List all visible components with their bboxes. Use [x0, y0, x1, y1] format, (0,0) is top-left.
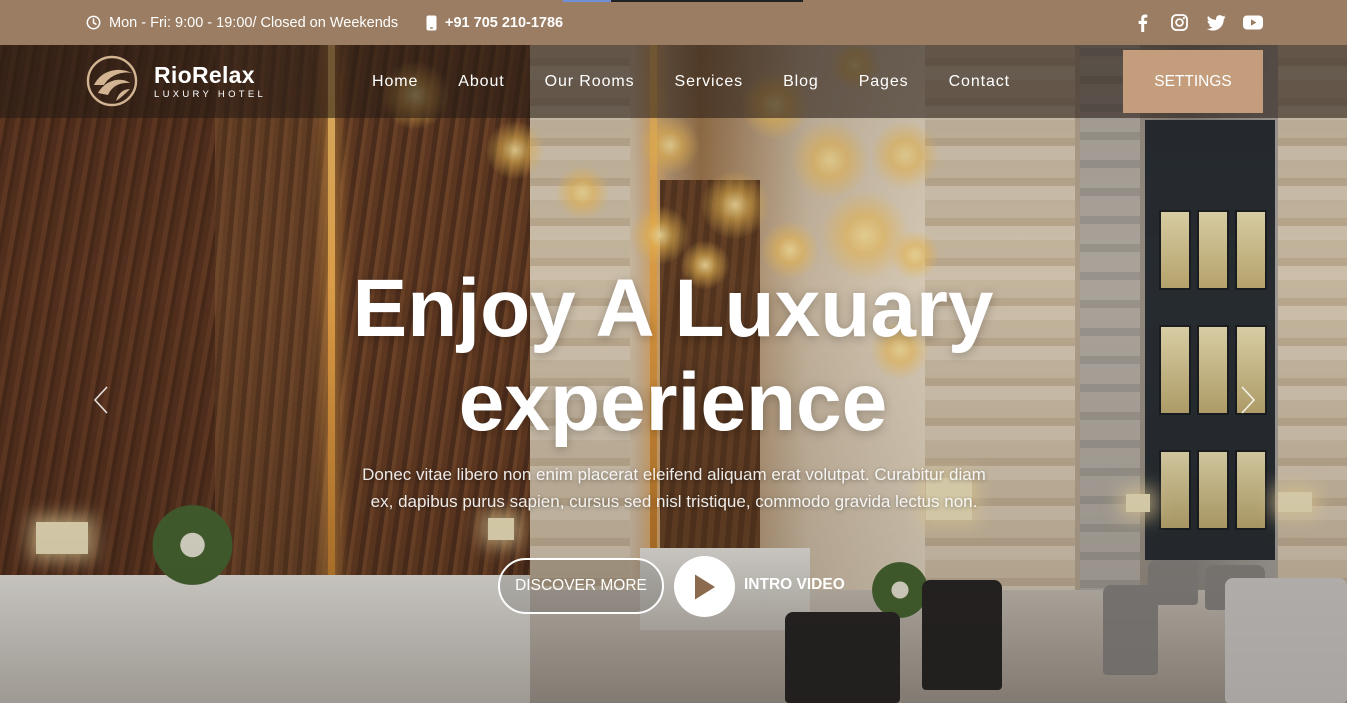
- youtube-icon[interactable]: [1243, 13, 1263, 33]
- discover-more-button[interactable]: DISCOVER MORE: [498, 558, 664, 614]
- intro-video-label[interactable]: INTRO VIDEO: [744, 576, 845, 594]
- opening-hours: Mon - Fri: 9:00 - 19:00/ Closed on Weeke…: [86, 0, 398, 45]
- hero-description: Donec vitae libero non enim placerat ele…: [362, 465, 986, 511]
- nav-home[interactable]: Home: [372, 73, 418, 91]
- clock-icon: [86, 15, 101, 30]
- settings-button[interactable]: SETTINGS: [1123, 50, 1263, 113]
- primary-nav: Home About Our Rooms Services Blog Pages…: [372, 45, 1050, 118]
- slider-next-button[interactable]: [1233, 382, 1263, 418]
- social-links: [1132, 0, 1263, 45]
- nav-blog[interactable]: Blog: [783, 73, 819, 91]
- brand-logo[interactable]: RioRelax LUXURY HOTEL: [86, 55, 266, 107]
- top-bar: Mon - Fri: 9:00 - 19:00/ Closed on Weeke…: [0, 0, 1347, 45]
- instagram-icon[interactable]: [1169, 13, 1189, 33]
- phone-icon: [426, 15, 437, 30]
- nav-about[interactable]: About: [458, 73, 504, 91]
- opening-hours-text: Mon - Fri: 9:00 - 19:00/ Closed on Weeke…: [109, 14, 399, 31]
- nav-pages[interactable]: Pages: [859, 73, 909, 91]
- twitter-icon[interactable]: [1206, 13, 1226, 33]
- brand-tagline: LUXURY HOTEL: [154, 88, 267, 100]
- phone-number[interactable]: +91 705 210-1786: [426, 0, 563, 45]
- logo-icon: [86, 55, 138, 107]
- hero-title-line-1: Enjoy A Luxuary: [352, 263, 994, 354]
- nav-our-rooms[interactable]: Our Rooms: [545, 73, 635, 91]
- play-video-button[interactable]: [674, 556, 735, 617]
- chevron-left-icon: [93, 386, 108, 414]
- nav-services[interactable]: Services: [675, 73, 744, 91]
- main-navbar: RioRelax LUXURY HOTEL Home About Our Roo…: [0, 45, 1347, 118]
- chevron-right-icon: [1241, 386, 1256, 414]
- progress-accent: [563, 0, 803, 2]
- slider-prev-button[interactable]: [86, 382, 116, 418]
- facebook-icon[interactable]: [1132, 13, 1152, 33]
- hero-title-line-2: experience: [458, 357, 888, 448]
- play-icon: [694, 574, 715, 599]
- phone-number-text: +91 705 210-1786: [445, 14, 564, 31]
- nav-contact[interactable]: Contact: [949, 73, 1010, 91]
- brand-name: RioRelax: [154, 61, 255, 88]
- hero-title: Enjoy A Luxuary experience: [273, 262, 1073, 450]
